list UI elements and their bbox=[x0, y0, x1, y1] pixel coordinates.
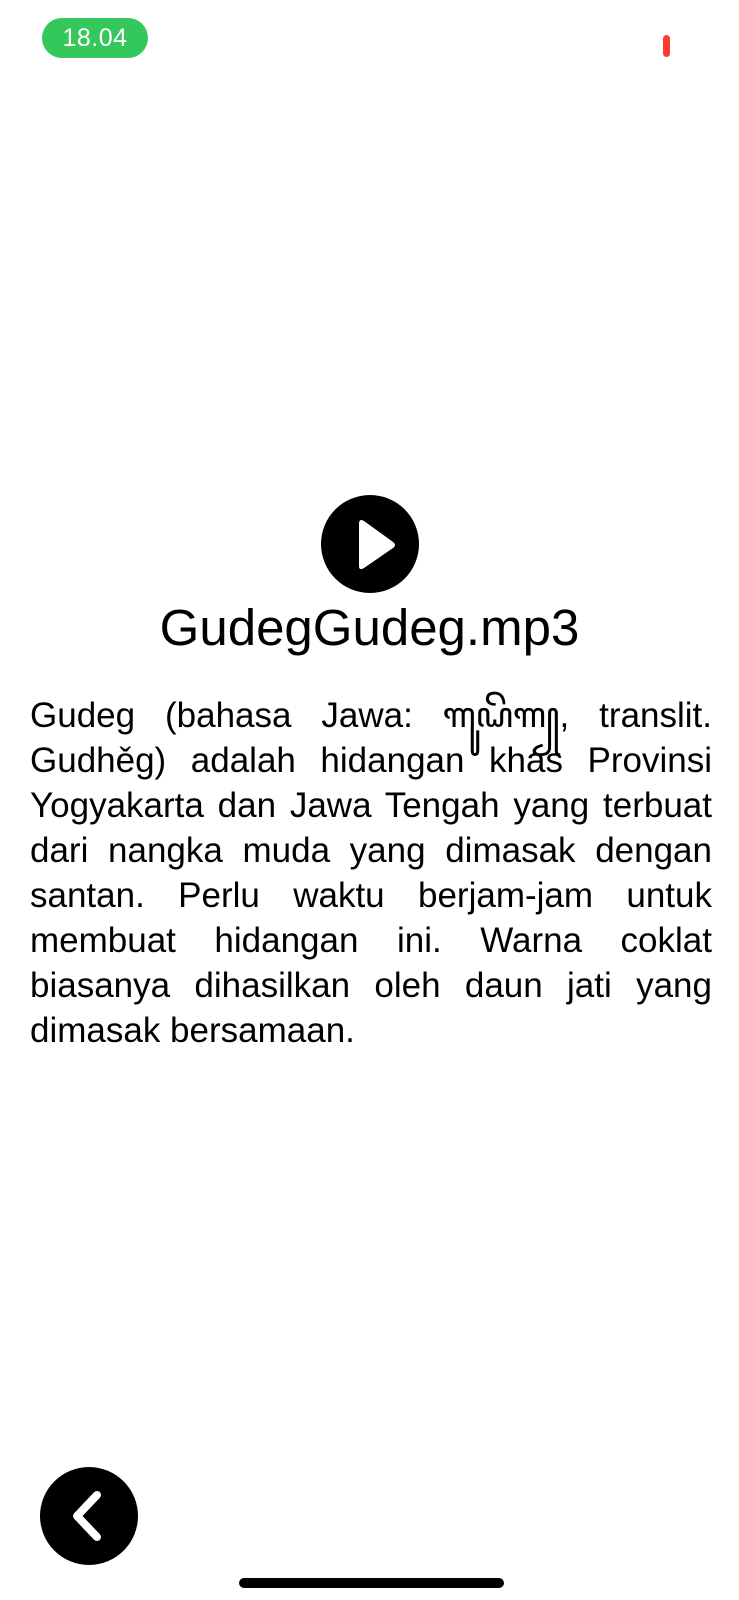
chevron-left-icon bbox=[73, 1491, 101, 1541]
play-button[interactable] bbox=[321, 495, 419, 593]
back-button[interactable] bbox=[40, 1467, 138, 1565]
home-indicator[interactable] bbox=[239, 1578, 504, 1588]
audio-file-name: GudegGudeg.mp3 bbox=[159, 599, 580, 656]
article-description: Gudeg (bahasa Jawa: ꦒꦸꦝꦼꦒ꧀, translit. Gu… bbox=[30, 696, 712, 1050]
recording-indicator bbox=[663, 35, 670, 57]
play-icon bbox=[359, 520, 395, 570]
status-bar-time: 18.04 bbox=[42, 18, 148, 58]
